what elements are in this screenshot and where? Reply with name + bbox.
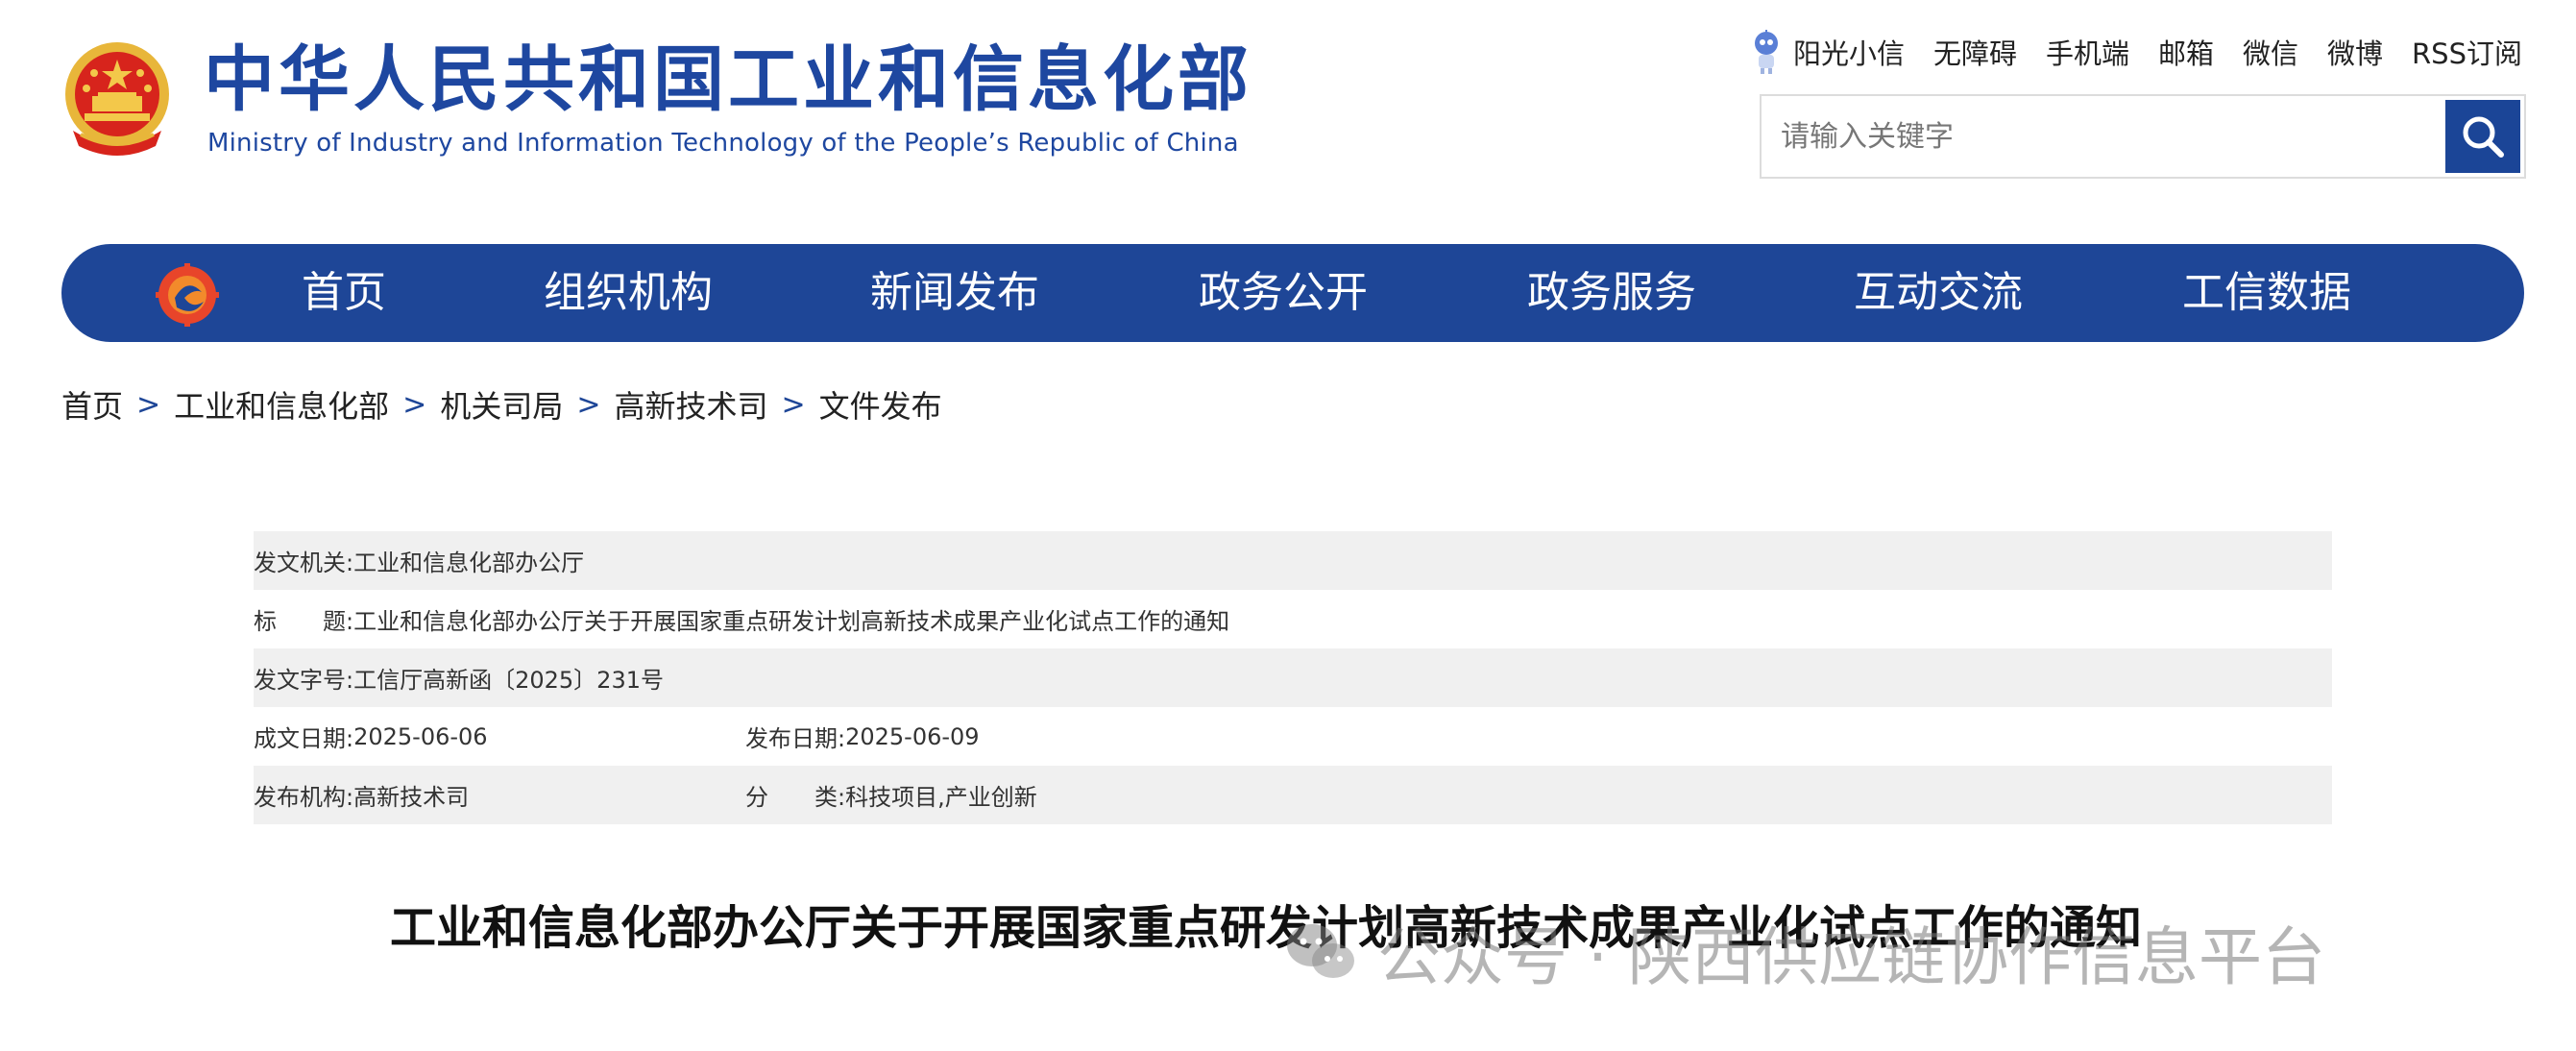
breadcrumb: 首页 > 工业和信息化部 > 机关司局 > 高新技术司 > 文件发布	[61, 382, 942, 427]
nav-interaction[interactable]: 互动交流	[1854, 244, 2023, 342]
toplink-sunshine[interactable]: 阳光小信	[1793, 32, 1905, 72]
title-value: 工业和信息化部办公厅关于开展国家重点研发计划高新技术成果产业化试点工作的通知	[353, 608, 1230, 635]
breadcrumb-separator: >	[781, 387, 806, 422]
issuer-value: 工业和信息化部办公厅	[353, 550, 585, 576]
watermark-text: 公众号 · 陕西供应链协作信息平台	[1377, 920, 2325, 994]
title-label: 标 题:	[254, 608, 354, 635]
info-row-dates: 成文日期: 2025-06-06 发布日期: 2025-06-09	[254, 707, 2332, 766]
docno-label: 发文字号:	[254, 667, 354, 694]
site-name-cn[interactable]: 中华人民共和国工业和信息化部	[204, 44, 1252, 115]
category-label: 分 类:	[745, 784, 846, 811]
toplink-rss[interactable]: RSS订阅	[2412, 32, 2522, 72]
nav-home[interactable]: 首页	[302, 244, 386, 342]
info-row-docno: 发文字号: 工信厅高新函〔2025〕231号	[254, 648, 2332, 707]
site-name-en[interactable]: Ministry of Industry and Information Tec…	[207, 129, 1239, 158]
top-links: 阳光小信 无障碍 手机端 邮箱 微信 微博 RSS订阅	[1747, 29, 2522, 75]
docno-value: 工信厅高新函〔2025〕231号	[353, 667, 664, 694]
breadcrumb-home[interactable]: 首页	[61, 382, 123, 427]
written-date-label: 成文日期:	[254, 725, 354, 752]
main-nav: 首页 组织机构 新闻发布 政务公开 政务服务 互动交流 工信数据	[61, 244, 2524, 342]
breadcrumb-file-release[interactable]: 文件发布	[819, 382, 942, 427]
written-date-value: 2025-06-06	[353, 722, 488, 750]
breadcrumb-separator: >	[576, 387, 601, 422]
published-date-label: 发布日期:	[745, 725, 846, 752]
nav-services[interactable]: 政务服务	[1527, 244, 1696, 342]
nav-data[interactable]: 工信数据	[2182, 244, 2351, 342]
issuer-label: 发文机关:	[254, 550, 354, 576]
toplink-mobile[interactable]: 手机端	[2046, 32, 2129, 72]
assistant-robot-icon[interactable]	[1747, 28, 1786, 76]
breadcrumb-ministry[interactable]: 工业和信息化部	[174, 382, 389, 427]
search-input[interactable]	[1762, 96, 2443, 177]
org-label: 发布机构:	[254, 784, 354, 811]
breadcrumb-separator: >	[402, 387, 427, 422]
nav-news[interactable]: 新闻发布	[870, 244, 1039, 342]
info-row-org: 发布机构: 高新技术司 分 类: 科技项目,产业创新	[254, 766, 2332, 824]
toplink-weibo[interactable]: 微博	[2327, 32, 2383, 72]
page: 中华人民共和国工业和信息化部 Ministry of Industry and …	[0, 0, 2576, 1051]
category-value: 科技项目,产业创新	[845, 784, 1037, 811]
nav-organization[interactable]: 组织机构	[544, 244, 713, 342]
toplink-wechat[interactable]: 微信	[2243, 32, 2298, 72]
breadcrumb-departments[interactable]: 机关司局	[440, 382, 563, 427]
breadcrumb-separator: >	[136, 387, 161, 422]
ministry-logo-icon[interactable]	[156, 263, 219, 327]
wechat-icon	[1287, 924, 1354, 978]
published-date-value: 2025-06-09	[845, 722, 980, 750]
nav-government-affairs[interactable]: 政务公开	[1199, 244, 1368, 342]
info-row-issuer: 发文机关: 工业和信息化部办公厅	[254, 531, 2332, 590]
search-icon	[2463, 116, 2504, 158]
watermark: 公众号 · 陕西供应链协作信息平台	[1283, 909, 2325, 995]
toplink-mail[interactable]: 邮箱	[2158, 32, 2214, 72]
national-emblem-icon	[65, 42, 169, 156]
search-box	[1760, 94, 2526, 179]
info-row-title: 标 题: 工业和信息化部办公厅关于开展国家重点研发计划高新技术成果产业化试点工作…	[254, 590, 2332, 648]
search-button[interactable]	[2445, 100, 2520, 173]
org-value: 高新技术司	[353, 784, 470, 811]
breadcrumb-hightech-dept[interactable]: 高新技术司	[614, 382, 767, 427]
document-info-table: 发文机关: 工业和信息化部办公厅 标 题: 工业和信息化部办公厅关于开展国家重点…	[254, 531, 2332, 824]
toplink-accessibility[interactable]: 无障碍	[1933, 32, 2017, 72]
